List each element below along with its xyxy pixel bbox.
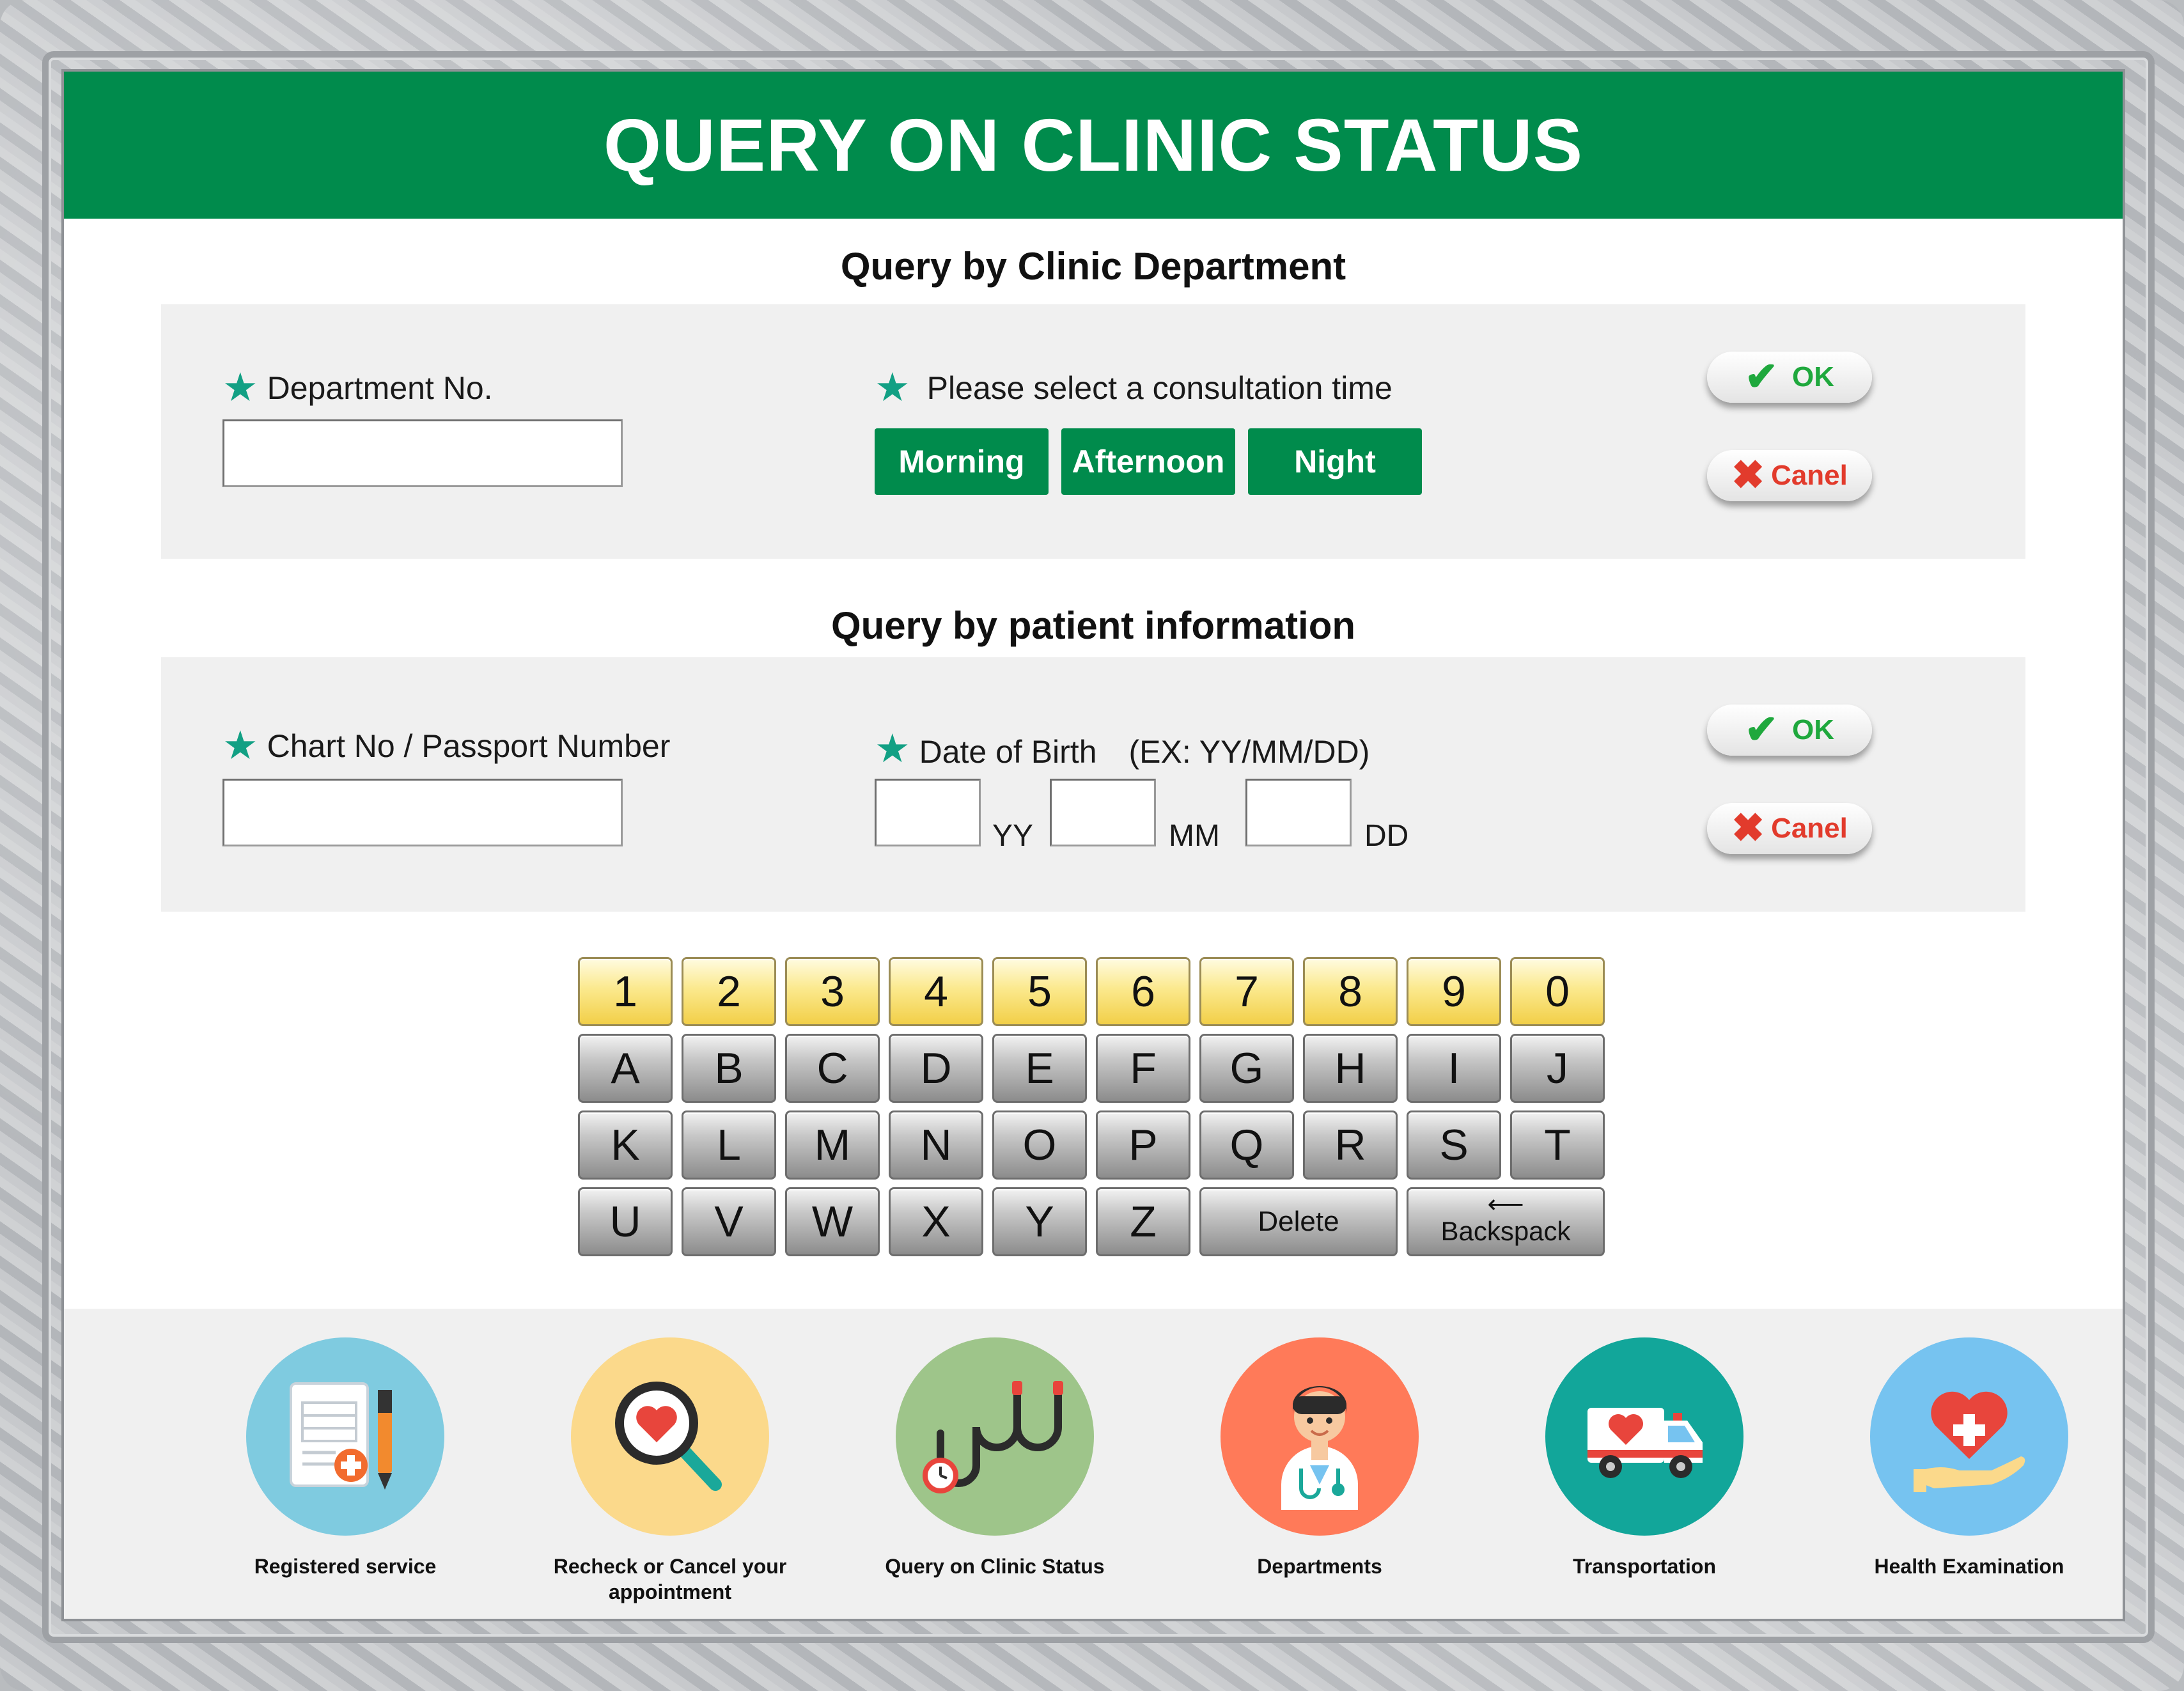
delete-key[interactable]: Delete <box>1199 1187 1398 1256</box>
key-1[interactable]: 1 <box>578 957 673 1026</box>
department-ok-button[interactable]: ✔ OK <box>1707 352 1872 403</box>
key-l[interactable]: L <box>682 1110 776 1180</box>
close-icon: ✖ <box>1731 453 1765 497</box>
key-a[interactable]: A <box>578 1034 673 1103</box>
night-button[interactable]: Night <box>1248 428 1422 495</box>
nav-registered-service[interactable]: Registered service <box>205 1337 486 1579</box>
key-7[interactable]: 7 <box>1199 957 1294 1026</box>
nav-health-examination[interactable]: Health Examination <box>1829 1337 2110 1579</box>
key-h[interactable]: H <box>1303 1034 1398 1103</box>
key-x[interactable]: X <box>889 1187 983 1256</box>
kiosk-screen: QUERY ON CLINIC STATUS Query by Clinic D… <box>64 72 2123 1619</box>
key-8[interactable]: 8 <box>1303 957 1398 1026</box>
nav-recheck-cancel[interactable]: Recheck or Cancel your appointment <box>529 1337 811 1605</box>
check-icon: ✔ <box>1745 708 1778 752</box>
key-e[interactable]: E <box>992 1034 1087 1103</box>
close-icon: ✖ <box>1731 806 1765 850</box>
key-t[interactable]: T <box>1510 1110 1605 1180</box>
heart-hand-icon <box>1870 1337 2068 1536</box>
key-g[interactable]: G <box>1199 1034 1294 1103</box>
key-m[interactable]: M <box>785 1110 880 1180</box>
left-arrow-icon: ⟵ <box>1487 1190 1524 1219</box>
nav-query-clinic-status[interactable]: Query on Clinic Status <box>854 1337 1135 1579</box>
key-6[interactable]: 6 <box>1096 957 1190 1026</box>
required-star-icon: ★ <box>222 724 258 768</box>
required-star-icon: ★ <box>222 366 258 410</box>
bottom-navigation: Registered service Recheck or Cancel you… <box>64 1309 2123 1619</box>
key-c[interactable]: C <box>785 1034 880 1103</box>
nav-departments[interactable]: Departments <box>1179 1337 1460 1579</box>
doctor-icon <box>1221 1337 1419 1536</box>
chart-no-input[interactable] <box>222 779 623 846</box>
ambulance-icon <box>1545 1337 1743 1536</box>
department-no-input[interactable] <box>222 419 623 487</box>
key-i[interactable]: I <box>1407 1034 1501 1103</box>
department-no-label: ★ Department No. <box>222 366 493 410</box>
key-5[interactable]: 5 <box>992 957 1087 1026</box>
patient-query-panel: ★ Chart No / Passport Number ★ Date of B… <box>161 657 2025 912</box>
check-icon: ✔ <box>1745 355 1778 399</box>
backspace-key[interactable]: ⟵ Backspack <box>1407 1187 1605 1256</box>
patient-section-title: Query by patient information <box>831 604 1356 647</box>
key-9[interactable]: 9 <box>1407 957 1501 1026</box>
department-query-panel: ★ Department No. ★ Please select a consu… <box>161 304 2025 559</box>
morning-button[interactable]: Morning <box>875 428 1049 495</box>
day-unit-label: DD <box>1364 819 1409 853</box>
key-u[interactable]: U <box>578 1187 673 1256</box>
key-b[interactable]: B <box>682 1034 776 1103</box>
dob-month-input[interactable] <box>1050 779 1156 846</box>
magnifier-heart-icon <box>571 1337 769 1536</box>
key-p[interactable]: P <box>1096 1110 1190 1180</box>
key-w[interactable]: W <box>785 1187 880 1256</box>
stethoscope-icon <box>896 1337 1094 1536</box>
chart-no-label: ★ Chart No / Passport Number <box>222 724 671 768</box>
year-unit-label: YY <box>992 819 1034 853</box>
dob-day-input[interactable] <box>1245 779 1352 846</box>
afternoon-button[interactable]: Afternoon <box>1061 428 1235 495</box>
patient-ok-button[interactable]: ✔ OK <box>1707 705 1872 756</box>
required-star-icon: ★ <box>875 727 910 771</box>
required-star-icon: ★ <box>875 366 910 410</box>
nav-transportation[interactable]: Transportation <box>1504 1337 1785 1579</box>
date-of-birth-label: ★ Date of Birth (EX: YY/MM/DD) <box>875 727 1370 771</box>
key-s[interactable]: S <box>1407 1110 1501 1180</box>
key-j[interactable]: J <box>1510 1034 1605 1103</box>
key-n[interactable]: N <box>889 1110 983 1180</box>
month-unit-label: MM <box>1169 819 1220 853</box>
document-pen-icon <box>246 1337 444 1536</box>
key-v[interactable]: V <box>682 1187 776 1256</box>
department-cancel-button[interactable]: ✖ Canel <box>1707 450 1872 501</box>
key-d[interactable]: D <box>889 1034 983 1103</box>
patient-cancel-button[interactable]: ✖ Canel <box>1707 803 1872 854</box>
key-o[interactable]: O <box>992 1110 1087 1180</box>
department-section-title: Query by Clinic Department <box>840 245 1346 288</box>
page-title: QUERY ON CLINIC STATUS <box>64 72 2123 219</box>
key-0[interactable]: 0 <box>1510 957 1605 1026</box>
key-2[interactable]: 2 <box>682 957 776 1026</box>
consultation-time-label: ★ Please select a consultation time <box>875 366 1392 410</box>
key-4[interactable]: 4 <box>889 957 983 1026</box>
dob-year-input[interactable] <box>875 779 981 846</box>
key-k[interactable]: K <box>578 1110 673 1180</box>
key-r[interactable]: R <box>1303 1110 1398 1180</box>
key-3[interactable]: 3 <box>785 957 880 1026</box>
key-y[interactable]: Y <box>992 1187 1087 1256</box>
key-z[interactable]: Z <box>1096 1187 1190 1256</box>
key-f[interactable]: F <box>1096 1034 1190 1103</box>
key-q[interactable]: Q <box>1199 1110 1294 1180</box>
